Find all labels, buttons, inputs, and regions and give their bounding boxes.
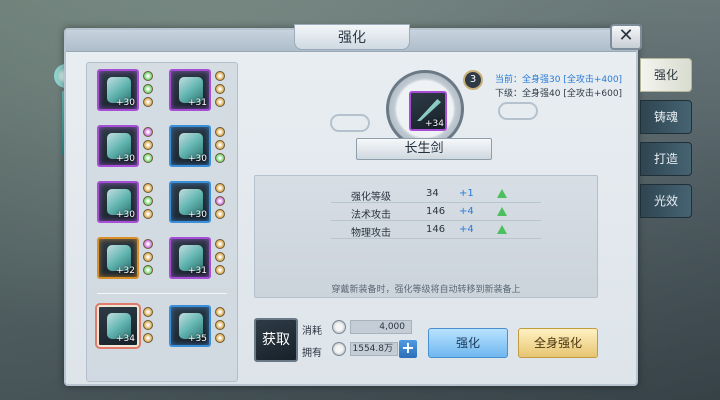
fetch-button[interactable]: 获取 bbox=[254, 318, 298, 362]
gem-socket-icon bbox=[143, 307, 153, 317]
gem-socket-icon bbox=[143, 239, 153, 249]
tab-enhance[interactable]: 强化 bbox=[640, 58, 692, 92]
gem-socket-icon bbox=[215, 265, 225, 275]
gem-socket-icon bbox=[143, 265, 153, 275]
gem-socket-icon bbox=[215, 140, 225, 150]
attribute-increase: +4 bbox=[459, 206, 474, 217]
silver-coin-icon bbox=[332, 342, 346, 356]
gem-socket-icon bbox=[215, 183, 225, 193]
attribute-name: 强化等级 bbox=[351, 192, 391, 203]
cloud-ornament bbox=[498, 102, 538, 120]
tab-light-effect[interactable]: 光效 bbox=[640, 184, 692, 218]
attribute-value: 34 bbox=[426, 188, 439, 199]
gem-socket-icon bbox=[143, 320, 153, 330]
equipment-level: +30 bbox=[116, 154, 135, 164]
equipment-level: +35 bbox=[188, 334, 207, 344]
gem-socket-icon bbox=[215, 307, 225, 317]
weapon-display: +34 bbox=[386, 70, 464, 148]
current-bonus-text: 当前：全身强30 [全攻击+400] bbox=[495, 75, 623, 85]
gem-socket-icon bbox=[215, 84, 225, 94]
equipment-slot[interactable]: +30 bbox=[97, 69, 139, 111]
enhance-panel: 强化 ✕ +30 +31 +30 +30 +30 +30 +32 +31 +34 +35 +34 … bbox=[64, 24, 642, 386]
equipment-slot[interactable]: +30 bbox=[97, 181, 139, 223]
attribute-name: 法术攻击 bbox=[351, 210, 391, 221]
gem-socket-icon bbox=[143, 209, 153, 219]
attribute-name: 物理攻击 bbox=[351, 228, 391, 239]
cloud-ornament bbox=[330, 114, 370, 132]
gem-socket-icon bbox=[215, 333, 225, 343]
attribute-value: 146 bbox=[426, 206, 446, 217]
gem-socket-icon bbox=[215, 196, 225, 206]
attribute-increase: +1 bbox=[459, 188, 474, 199]
attribute-row: 法术攻击 146 +4 bbox=[331, 204, 541, 221]
equipment-slot[interactable]: +34 bbox=[95, 303, 141, 349]
enhance-button[interactable]: 强化 bbox=[428, 328, 508, 358]
attribute-row: 物理攻击 146 +4 bbox=[331, 222, 541, 239]
equipment-level: +32 bbox=[116, 266, 135, 276]
tab-craft[interactable]: 打造 bbox=[640, 142, 692, 176]
enhance-all-button[interactable]: 全身强化 bbox=[518, 328, 598, 358]
gem-socket-icon bbox=[143, 252, 153, 262]
equipment-slot[interactable]: +32 bbox=[97, 237, 139, 279]
gem-socket-icon bbox=[143, 183, 153, 193]
gem-socket-icon bbox=[215, 320, 225, 330]
cost-label: 消耗 bbox=[302, 326, 322, 337]
gem-socket-icon bbox=[215, 71, 225, 81]
own-label: 拥有 bbox=[302, 348, 322, 359]
gem-socket-icon bbox=[143, 97, 153, 107]
list-divider bbox=[97, 293, 227, 294]
cost-value: 4,000 bbox=[350, 320, 412, 334]
own-value: 1554.8万 bbox=[350, 342, 398, 356]
equipment-slot[interactable]: +31 bbox=[169, 237, 211, 279]
gem-socket-icon bbox=[215, 239, 225, 249]
equipment-level: +31 bbox=[188, 98, 207, 108]
equipment-level: +30 bbox=[116, 98, 135, 108]
transfer-hint: 穿戴新装备时，强化等级将自动转移到新装备上 bbox=[331, 285, 521, 295]
gem-socket-icon bbox=[143, 153, 153, 163]
gem-socket-icon bbox=[215, 209, 225, 219]
add-currency-button[interactable]: + bbox=[399, 340, 417, 358]
window-title: 强化 bbox=[294, 24, 410, 50]
gem-socket-icon bbox=[215, 153, 225, 163]
weapon-icon[interactable]: +34 bbox=[409, 91, 447, 131]
fetch-label: 获取 bbox=[262, 332, 290, 348]
up-arrow-icon bbox=[497, 189, 507, 198]
gem-socket-icon bbox=[143, 196, 153, 206]
gem-socket-icon bbox=[143, 71, 153, 81]
equipment-level: +30 bbox=[188, 210, 207, 220]
gem-socket-icon bbox=[215, 252, 225, 262]
attribute-row: 强化等级 34 +1 bbox=[331, 186, 541, 203]
gem-socket-icon bbox=[143, 84, 153, 94]
equipment-slot[interactable]: +30 bbox=[169, 181, 211, 223]
silver-coin-icon bbox=[332, 320, 346, 334]
rank-badge: 3 bbox=[463, 70, 483, 90]
equipment-level: +34 bbox=[116, 334, 135, 344]
tab-soul-forge[interactable]: 铸魂 bbox=[640, 100, 692, 134]
equipment-level: +30 bbox=[116, 210, 135, 220]
equipment-level: +31 bbox=[188, 266, 207, 276]
weapon-name: 长生剑 bbox=[356, 138, 492, 160]
gem-socket-icon bbox=[143, 333, 153, 343]
attribute-value: 146 bbox=[426, 224, 446, 235]
attribute-increase: +4 bbox=[459, 224, 474, 235]
equipment-slot[interactable]: +31 bbox=[169, 69, 211, 111]
weapon-level: +34 bbox=[425, 119, 444, 129]
equipment-slot[interactable]: +35 bbox=[169, 305, 211, 347]
next-bonus-text: 下级：全身强40 [全攻击+600] bbox=[495, 89, 623, 99]
up-arrow-icon bbox=[497, 225, 507, 234]
close-button[interactable]: ✕ bbox=[610, 24, 642, 50]
equipment-list: +30 +31 +30 +30 +30 +30 +32 +31 +34 +35 bbox=[86, 62, 238, 382]
equipment-slot[interactable]: +30 bbox=[169, 125, 211, 167]
equipment-level: +30 bbox=[188, 154, 207, 164]
gem-socket-icon bbox=[143, 140, 153, 150]
equipment-slot[interactable]: +30 bbox=[97, 125, 139, 167]
up-arrow-icon bbox=[497, 207, 507, 216]
attribute-box: 强化等级 34 +1 法术攻击 146 +4 物理攻击 146 +4 穿戴新装备… bbox=[254, 175, 598, 298]
sword-icon bbox=[417, 99, 441, 121]
gem-socket-icon bbox=[215, 97, 225, 107]
gem-socket-icon bbox=[215, 127, 225, 137]
gem-socket-icon bbox=[143, 127, 153, 137]
